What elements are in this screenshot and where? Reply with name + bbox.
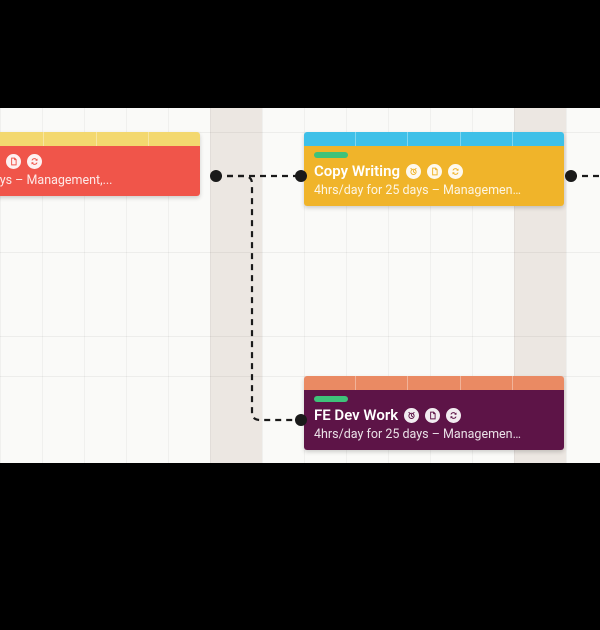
task-allocation-header xyxy=(304,132,564,146)
repeat-icon[interactable] xyxy=(448,164,463,179)
task-card-fe-dev-work[interactable]: FE Dev Work 4hrs/day for 25 days – Manage… xyxy=(304,376,564,450)
day-column xyxy=(566,108,600,463)
task-body: sign for 25 days – Management,... xyxy=(0,146,200,196)
day-column xyxy=(210,108,262,463)
link-node[interactable] xyxy=(565,170,577,182)
doc-icon[interactable] xyxy=(6,154,21,169)
doc-icon[interactable] xyxy=(425,408,440,423)
task-body: FE Dev Work 4hrs/day for 25 days – Manage… xyxy=(304,390,564,450)
task-title: FE Dev Work xyxy=(314,406,398,424)
row-divider xyxy=(0,252,600,253)
doc-icon[interactable] xyxy=(427,164,442,179)
progress-indicator xyxy=(314,152,348,158)
link-node[interactable] xyxy=(210,170,222,182)
task-body: Copy Writing 4hrs/day for 25 days – Manag… xyxy=(304,146,564,206)
task-title-row: sign xyxy=(0,152,190,170)
task-subtitle: 4hrs/day for 25 days – Managemen… xyxy=(314,427,554,442)
task-allocation-header xyxy=(304,376,564,390)
task-title-row: Copy Writing xyxy=(314,162,554,180)
gantt-viewport[interactable]: sign for 25 days – Management,... Copy Wri… xyxy=(0,108,600,463)
task-allocation-header xyxy=(0,132,200,146)
link-node[interactable] xyxy=(295,170,307,182)
task-title-row: FE Dev Work xyxy=(314,406,554,424)
task-title: Copy Writing xyxy=(314,162,400,180)
repeat-icon[interactable] xyxy=(446,408,461,423)
repeat-icon[interactable] xyxy=(27,154,42,169)
link-node[interactable] xyxy=(295,414,307,426)
alarm-icon[interactable] xyxy=(406,164,421,179)
task-subtitle: 4hrs/day for 25 days – Managemen… xyxy=(314,183,554,198)
task-card-design[interactable]: sign for 25 days – Management,... xyxy=(0,132,200,196)
task-card-copy-writing[interactable]: Copy Writing 4hrs/day for 25 days – Manag… xyxy=(304,132,564,206)
alarm-icon[interactable] xyxy=(404,408,419,423)
progress-indicator xyxy=(314,396,348,402)
row-divider xyxy=(0,336,600,337)
day-column xyxy=(262,108,304,463)
task-subtitle: for 25 days – Management,... xyxy=(0,173,190,188)
